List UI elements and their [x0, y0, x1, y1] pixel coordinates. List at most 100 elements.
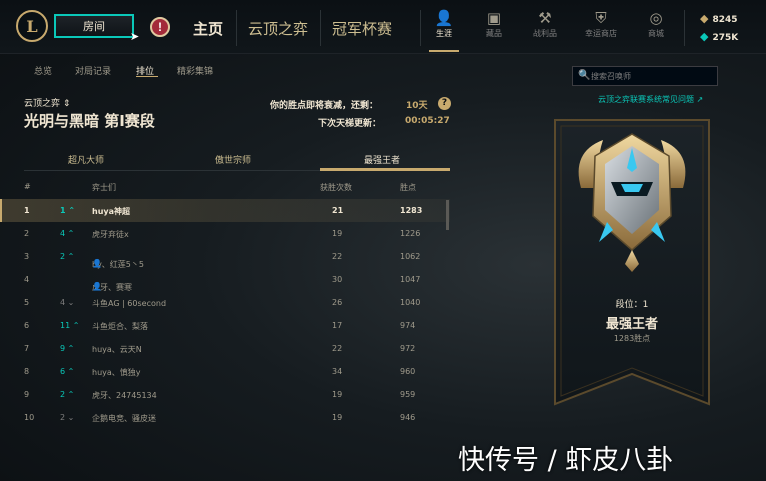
client-window: L 房间 ➤ ! 主页 云顶之弈 冠军杯赛 👤 生涯 ▣ 藏品 ⚒ 战利品 ⛨ … [0, 0, 766, 481]
row-trend: 4 ⌃ [60, 229, 75, 238]
season-title: 光明与黑暗 第Ⅰ赛段 [24, 112, 155, 130]
row-name: 虎牙弃徒x [92, 230, 129, 239]
ladder-scrollbar[interactable] [446, 200, 449, 230]
mode-selector[interactable]: 云顶之弈 ⇕ [24, 96, 70, 109]
be-balance[interactable]: ◆ 275K [700, 30, 738, 43]
ladder-update-label: 下次天梯更新： [318, 119, 382, 129]
row-wins: 22 [332, 252, 343, 261]
tab-highlights[interactable]: 精彩集锦 [177, 64, 213, 77]
row-lp: 1283 [400, 206, 423, 215]
rp-value: 8245 [712, 15, 738, 25]
profile-button[interactable]: 👤 生涯 [425, 8, 463, 39]
row-name: 虎牙、24745134 [92, 391, 157, 400]
row-trend: 1 ⌃ [60, 206, 76, 215]
lucky-store-label: 幸运商店 [585, 29, 617, 38]
row-name: 斗鱼AG | 60second [92, 299, 167, 308]
store-button[interactable]: ◎ 商城 [637, 8, 675, 39]
decay-value: 10天 [406, 101, 428, 111]
row-lp: 1040 [400, 298, 421, 307]
row-rank: 6 [24, 321, 30, 330]
nav-tft[interactable]: 云顶之弈 [248, 18, 308, 39]
row-wins: 34 [332, 367, 343, 376]
tab-match-history[interactable]: 对局记录 [75, 64, 111, 77]
tab-overview[interactable]: 总览 [34, 64, 52, 77]
nav-clash[interactable]: 冠军杯赛 [332, 18, 392, 39]
loot-button[interactable]: ⚒ 战利品 [526, 8, 564, 39]
lucky-store-button[interactable]: ⛨ 幸运商店 [582, 8, 620, 39]
row-lp: 959 [400, 390, 416, 399]
nav-divider [320, 10, 321, 46]
mouse-cursor-icon: ➤ [130, 30, 140, 43]
row-wins: 19 [332, 413, 343, 422]
row-lp: 972 [400, 344, 416, 353]
ladder-update-timer: 00:05:27 [405, 116, 450, 126]
row-name: huya、云天N [92, 345, 142, 354]
hammer-icon: ⚒ [538, 9, 552, 27]
nav-divider [236, 10, 237, 46]
ladder-row[interactable]: 10 2 ⌄ 企鹅电竞、骚皮迷 19 946 [0, 406, 450, 429]
col-rank-header: # [24, 182, 31, 191]
row-rank: 9 [24, 390, 30, 399]
chest-icon: ▣ [486, 9, 502, 27]
ladder-row[interactable]: 5 4 ⌄ 斗鱼AG | 60second 26 1040 [0, 291, 450, 314]
rp-balance[interactable]: ◆ 8245 [700, 12, 738, 25]
summoner-search-input[interactable]: 🔍 搜索召唤师 [572, 66, 718, 86]
row-lp: 974 [400, 321, 416, 330]
ladder-row[interactable]: 3 2 ⌃ hy、红莲5丶5 👤 22 1062 [0, 245, 450, 269]
be-crystal-icon: ◆ [700, 30, 709, 43]
ladder-row[interactable]: 4 虎牙、赛寒 👤 30 1047 [0, 268, 450, 292]
row-lp: 1047 [400, 275, 421, 284]
row-lp: 1062 [400, 252, 421, 261]
mode-label: 云顶之弈 [24, 99, 61, 109]
row-trend: 6 ⌃ [60, 367, 75, 376]
ranked-tab-indicator [136, 76, 158, 77]
ladder-row[interactable]: 2 4 ⌃ 虎牙弃徒x 19 1226 [0, 222, 450, 245]
party-icon: 👤 [92, 259, 102, 268]
col-wins-header: 获胜次数 [320, 183, 352, 192]
be-value: 275K [712, 33, 739, 43]
tier-tab-challenger[interactable]: 最强王者 [364, 153, 400, 166]
profile-active-indicator [429, 50, 459, 52]
row-wins: 17 [332, 321, 343, 330]
coins-icon: ◎ [649, 9, 663, 27]
collection-button[interactable]: ▣ 藏品 [475, 8, 513, 39]
decay-label: 你的胜点即将衰减，还剩： [270, 101, 379, 111]
lol-logo-icon[interactable]: L [16, 10, 48, 42]
rank-banner [554, 119, 710, 406]
tft-ranked-faq-link[interactable]: 云顶之弈联赛系统常见问题 ↗ [598, 94, 703, 105]
row-lp: 946 [400, 413, 416, 422]
loot-label: 战利品 [533, 29, 557, 38]
row-trend: 2 ⌄ [60, 413, 75, 422]
row-rank: 4 [24, 275, 30, 284]
row-rank: 5 [24, 298, 30, 307]
ladder-row[interactable]: 8 6 ⌃ huya、慎独y 34 960 [0, 360, 450, 383]
row-name: huya、慎独y [92, 368, 141, 377]
search-placeholder: 搜索召唤师 [591, 72, 631, 81]
row-lp: 1226 [400, 229, 421, 238]
col-name-header: 弈士们 [92, 183, 116, 192]
ladder-row[interactable]: 1 1 ⌃ huya神超 21 1283 [0, 199, 450, 222]
nav-divider [684, 10, 685, 46]
watermark: 快传号 / 虾皮八卦 [458, 445, 674, 476]
row-rank: 10 [24, 413, 35, 422]
rank-name: 最强王者 [605, 317, 658, 332]
chevron-updown-icon: ⇕ [62, 99, 71, 109]
ladder-row[interactable]: 9 2 ⌃ 虎牙、24745134 19 959 [0, 383, 450, 406]
nav-home[interactable]: 主页 [193, 18, 223, 39]
person-icon: 👤 [434, 9, 454, 27]
row-rank: 1 [24, 206, 30, 215]
room-button[interactable]: 房间 [54, 14, 134, 38]
nav-divider [420, 10, 421, 46]
row-wins: 22 [332, 344, 343, 353]
tier-tab-master[interactable]: 超凡大师 [68, 153, 104, 166]
alert-icon[interactable]: ! [150, 17, 170, 37]
ladder-row[interactable]: 6 11 ⌃ 斗鱼炬合、梨落 17 974 [0, 314, 450, 337]
tier-tab-grandmaster[interactable]: 傲世宗师 [215, 153, 251, 166]
row-lp: 960 [400, 367, 416, 376]
row-trend: 2 ⌃ [60, 390, 75, 399]
row-trend: 4 ⌄ [60, 298, 75, 307]
col-lp-header: 胜点 [400, 183, 416, 192]
top-bar: L 房间 ➤ ! 主页 云顶之弈 冠军杯赛 👤 生涯 ▣ 藏品 ⚒ 战利品 ⛨ … [0, 0, 766, 54]
ladder-row[interactable]: 7 9 ⌃ huya、云天N 22 972 [0, 337, 450, 360]
help-icon[interactable]: ? [438, 97, 451, 110]
